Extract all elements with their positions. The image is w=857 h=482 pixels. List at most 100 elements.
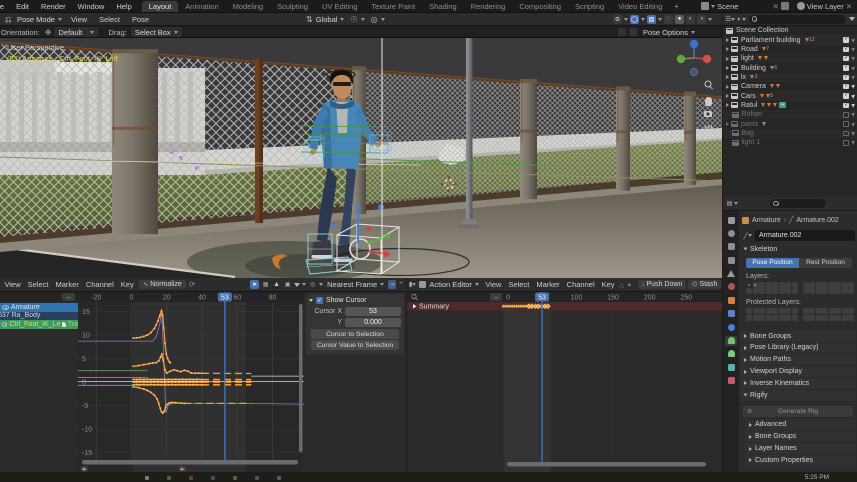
properties-tab-scene[interactable] [725,269,737,279]
viewport-3d[interactable]: User Perspective (53) Armature : Ctrl_Fo… [0,38,722,278]
layer-cell[interactable] [785,282,791,288]
layer-cell[interactable] [829,282,835,288]
cursor-to-selection-button[interactable]: Cursor to Selection [311,329,399,339]
properties-tab-view-layer[interactable] [725,255,737,265]
properties-tab-object-data[interactable] [725,336,737,346]
dope-menu-view[interactable]: View [482,280,505,289]
dope-menu-select[interactable]: Select [505,280,533,289]
smooth-icon[interactable]: ⌃ [398,281,404,289]
exclude-arrow-icon[interactable]: ➤ [849,101,857,110]
properties-tab-bone[interactable] [725,349,737,359]
collection-checkbox[interactable]: ✓ [843,47,849,53]
layer-cell[interactable] [842,308,848,314]
eye-icon[interactable] [2,305,9,310]
subpanel-custom-properties[interactable]: Custom Properties [745,455,856,466]
outliner-row-cars[interactable]: Cars5✓➤ [723,91,857,100]
rest-position-button[interactable]: Rest Position [799,258,852,268]
workspace-tab-shading[interactable]: Shading [422,1,464,12]
collection-checkbox[interactable] [843,131,849,137]
copy-icon[interactable]: ▣ [283,280,292,289]
scene-selector[interactable]: Scene ✕ [701,2,789,11]
graph-menu-marker[interactable]: Marker [52,280,82,289]
cursor-y-field[interactable]: 0.000 [345,318,401,327]
show-errors-icon[interactable]: ▲ [272,280,281,289]
collection-checkbox[interactable]: ✓ [843,65,849,71]
layer-cell[interactable] [746,282,752,288]
panel-rigify[interactable]: Rigify [740,390,856,401]
orientation-setting-value[interactable]: Default [54,27,98,37]
layer-cell[interactable] [766,282,772,288]
menu-help[interactable]: Help [110,2,137,11]
gizmo-toggle-icon[interactable]: ⚙ [613,15,622,24]
graph-menu-key[interactable]: Key [117,280,137,289]
collection-checkbox[interactable] [843,121,849,127]
properties-tab-render[interactable] [725,228,737,238]
layer-cell[interactable] [753,288,759,294]
expand-icon[interactable] [726,47,729,51]
layer-cell[interactable] [766,288,772,294]
taskbar-app-icon[interactable] [167,476,171,480]
layer-cell[interactable] [772,308,778,314]
pose-options-dropdown[interactable]: Pose Options [640,28,698,37]
properties-tab-tool[interactable] [725,215,737,225]
exclude-arrow-icon[interactable]: ➤ [849,82,857,91]
exclude-arrow-icon[interactable]: ➤ [849,129,857,138]
layer-cell[interactable] [835,308,841,314]
expand-icon[interactable] [726,85,729,89]
xray-toggle-icon[interactable]: ▧ [647,15,656,24]
unlink-view-layer-icon[interactable]: ✕ [846,2,852,11]
layer-cell[interactable] [848,315,854,321]
taskbar-app-icon[interactable] [211,476,215,480]
outliner-funnel-icon[interactable] [849,17,855,21]
layer-cell[interactable] [848,308,854,314]
outliner-row-road[interactable]: Road7✓➤ [723,45,857,54]
graph-channel-ctrl-foot-ik-le[interactable]: Ctrl_Foot_IK_LeTra [0,320,78,329]
dope-sheet-mode[interactable]: Action Editor [416,280,482,289]
workspace-tab-animation[interactable]: Animation [178,1,225,12]
exclude-arrow-icon[interactable]: ➤ [849,64,857,73]
layer-cell[interactable] [766,308,772,314]
view-layer-selector[interactable]: View Layer ✕ [797,2,852,11]
exclude-arrow-icon[interactable]: ➤ [849,120,857,129]
subpanel-bone-groups[interactable]: Bone Groups [745,431,856,442]
workspace-tab-modeling[interactable]: Modeling [226,1,270,12]
taskbar-app-icon[interactable] [255,476,259,480]
properties-tab-physics-fluid[interactable] [725,322,737,332]
eye-icon[interactable] [2,322,7,327]
layer-cell[interactable] [779,315,785,321]
push-down-button[interactable]: ↓ Push Down [638,280,687,289]
layer-cell[interactable] [809,282,815,288]
layer-cell[interactable] [803,282,809,288]
pose-blend-icon[interactable] [618,28,626,36]
layer-cell[interactable] [772,288,778,294]
new-action-icon[interactable]: △ [618,281,625,289]
layer-cell[interactable] [753,308,759,314]
outliner-row-scene-collection[interactable]: Scene Collection [723,26,857,35]
layer-cell[interactable] [779,282,785,288]
exclude-arrow-icon[interactable]: ➤ [849,73,857,82]
outliner-row-lx[interactable]: lx3✓➤ [723,73,857,82]
collection-checkbox[interactable]: ✓ [843,93,849,99]
panel-inverse-kinematics[interactable]: Inverse Kinematics [740,378,856,389]
breadcrumb-data[interactable]: Armature.002 [796,217,838,224]
taskbar-app-icon[interactable] [233,476,237,480]
layer-cell[interactable] [803,308,809,314]
properties-editor-icon[interactable]: ▤ [725,199,734,208]
properties-tab-output[interactable] [725,242,737,252]
layer-cell[interactable] [803,315,809,321]
expand-icon[interactable] [726,57,729,61]
layer-cell[interactable] [792,282,798,288]
expand-icon[interactable] [726,66,729,70]
new-scene-icon[interactable] [781,2,789,10]
layer-cell[interactable] [842,282,848,288]
taskbar-app-icon[interactable] [189,476,193,480]
layer-cell[interactable] [809,288,815,294]
layer-cell[interactable] [792,288,798,294]
layer-cell[interactable] [785,308,791,314]
transform-orientation[interactable]: ⇅ Global [303,15,347,24]
layer-cell[interactable] [746,288,752,294]
menu-edit[interactable]: Edit [10,2,35,11]
layer-cell[interactable] [842,288,848,294]
expand-icon[interactable] [726,38,729,42]
mode-selector[interactable]: ⎌ Pose Mode [2,15,65,24]
